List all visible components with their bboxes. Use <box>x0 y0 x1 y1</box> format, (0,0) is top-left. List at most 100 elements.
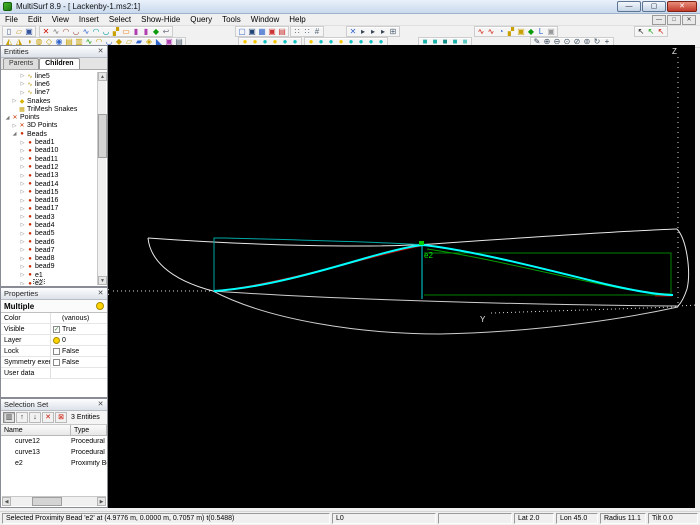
expand-arrow-icon[interactable]: ▷ <box>19 198 26 204</box>
expand-arrow-icon[interactable]: ▷ <box>19 222 26 228</box>
expand-arrow-icon[interactable]: ▷ <box>19 231 26 237</box>
tree-item[interactable]: ▷ ● bead8 <box>2 255 99 263</box>
expand-arrow-icon[interactable]: ▷ <box>19 164 26 170</box>
property-value-icon[interactable]: ✓ <box>53 325 60 333</box>
expand-arrow-icon[interactable]: ▷ <box>19 73 26 79</box>
expand-arrow-icon[interactable]: ▷ <box>19 189 26 195</box>
selection-set-tool-button[interactable]: ▥ <box>3 412 15 423</box>
toolbar-icon[interactable]: ▮ <box>141 27 151 37</box>
expand-arrow-icon[interactable]: ▷ <box>19 247 26 253</box>
tree-item[interactable]: ▷ ● bead17 <box>2 205 99 213</box>
tree-item[interactable]: ▷ ● bead10 <box>2 147 99 155</box>
expand-arrow-icon[interactable]: ◢ <box>11 131 18 137</box>
menu-item[interactable]: Show-Hide <box>136 14 185 26</box>
toolbar-icon[interactable]: ↩ <box>161 27 171 37</box>
menu-item[interactable]: View <box>47 14 74 26</box>
tree-item[interactable]: ▷ ● e1 <box>2 271 99 279</box>
tree-item[interactable]: ▷ ● bead9 <box>2 263 99 271</box>
tree-item[interactable]: ▷ ● bead6 <box>2 238 99 246</box>
tree-item[interactable]: ▷ ∿ line5 <box>2 72 99 80</box>
expand-arrow-icon[interactable]: ▷ <box>19 156 26 162</box>
property-value[interactable]: 0 <box>51 336 107 344</box>
selection-set-close-icon[interactable]: ✕ <box>96 400 105 409</box>
toolbar-icon[interactable]: ▞ <box>111 27 121 37</box>
tree-item[interactable]: ◢ ✕ Points <box>2 113 99 121</box>
toolbar-icon[interactable]: ∿ <box>476 27 486 37</box>
toolbar-icon[interactable]: ▣ <box>247 27 257 37</box>
toolbar-icon[interactable]: ∿ <box>81 27 91 37</box>
property-row[interactable]: Visible ✓ True <box>1 324 107 335</box>
title-bar[interactable]: MultiSurf 8.9 - [ Lackenby-1.ms2:1] — ▢ … <box>0 0 700 14</box>
tree-item[interactable]: ▷ ● bead1 <box>2 138 99 146</box>
property-value-icon[interactable] <box>53 347 60 355</box>
close-button[interactable]: ✕ <box>667 1 697 12</box>
selection-set-tool-button[interactable]: ↑ <box>16 412 28 423</box>
property-row[interactable]: Color (various) <box>1 313 107 324</box>
selection-set-tool-button[interactable]: ↓ <box>29 412 41 423</box>
property-value[interactable] <box>51 370 107 377</box>
toolbar-icon[interactable]: ✕ <box>41 27 51 37</box>
menu-item[interactable]: File <box>0 14 23 26</box>
toolbar-icon[interactable]: ◡ <box>101 27 111 37</box>
property-value[interactable]: False <box>51 358 107 366</box>
maximize-button[interactable]: ▢ <box>642 1 666 12</box>
menu-item[interactable]: Select <box>104 14 136 26</box>
mdi-restore-button[interactable]: □ <box>667 15 681 25</box>
tree-item[interactable]: ▷ ● bead12 <box>2 163 99 171</box>
entities-close-icon[interactable]: ✕ <box>96 47 105 56</box>
entities-scrollbar[interactable]: ▲ ▼ <box>97 72 107 285</box>
minimize-button[interactable]: — <box>617 1 641 12</box>
expand-arrow-icon[interactable]: ▷ <box>19 239 26 245</box>
selection-set-tool-button[interactable]: ✕ <box>42 412 54 423</box>
toolbar-icon[interactable]: ◆ <box>526 27 536 37</box>
toolbar-icon[interactable]: ▯ <box>4 27 14 37</box>
tree-item[interactable]: ▷ ∿ line6 <box>2 80 99 88</box>
toolbar-icon[interactable]: ▸ <box>358 27 368 37</box>
tree-item[interactable]: ▷ ● bead13 <box>2 172 99 180</box>
table-row[interactable]: curve13 Procedural C <box>1 447 107 458</box>
scroll-left-icon[interactable]: ◀ <box>2 497 11 506</box>
property-row[interactable]: User data <box>1 368 107 379</box>
scroll-up-icon[interactable]: ▲ <box>98 72 107 81</box>
menu-item[interactable]: Insert <box>74 14 104 26</box>
expand-arrow-icon[interactable]: ◢ <box>4 115 11 121</box>
selection-set-hscrollbar[interactable]: ◀ ▶ <box>2 496 106 506</box>
expand-arrow-icon[interactable]: ▷ <box>19 281 26 285</box>
menu-item[interactable]: Help <box>284 14 310 26</box>
table-row[interactable]: curve12 Procedural C <box>1 436 107 447</box>
tree-item[interactable]: ▷ ● bead5 <box>2 230 99 238</box>
toolbar-icon[interactable]: ▭ <box>121 27 131 37</box>
expand-arrow-icon[interactable]: ▷ <box>19 256 26 262</box>
tree-item[interactable]: ◢ ● Beads <box>2 130 99 138</box>
toolbar-icon[interactable]: ◔ <box>496 27 506 37</box>
toolbar-icon[interactable]: ▸ <box>378 27 388 37</box>
properties-close-icon[interactable]: ✕ <box>96 289 105 298</box>
toolbar-icon[interactable]: # <box>312 27 322 37</box>
tree-item[interactable]: ▷ ∿ line7 <box>2 89 99 97</box>
property-value-icon[interactable] <box>53 358 60 366</box>
toolbar-icon[interactable]: ✕ <box>348 27 358 37</box>
toolbar-icon[interactable]: ▢ <box>237 27 247 37</box>
menu-item[interactable]: Tools <box>217 14 246 26</box>
tree-item[interactable]: ▷ ● e2 <box>2 279 99 285</box>
toolbar-icon[interactable]: ▣ <box>267 27 277 37</box>
tree-item[interactable]: ▷ ◆ Snakes <box>2 97 99 105</box>
tree-item[interactable]: ▷ ● bead7 <box>2 246 99 254</box>
expand-arrow-icon[interactable]: ▷ <box>19 181 26 187</box>
toolbar-icon[interactable]: L <box>536 27 546 37</box>
property-value-icon[interactable] <box>53 336 60 344</box>
expand-arrow-icon[interactable]: ▷ <box>11 123 18 129</box>
toolbar-icon[interactable]: ▞ <box>506 27 516 37</box>
property-row[interactable]: Lock False <box>1 346 107 357</box>
toolbar-icon[interactable]: ↖ <box>656 27 666 37</box>
tree-item[interactable]: ▷ ● bead15 <box>2 188 99 196</box>
tree-item[interactable]: ▷ ● bead11 <box>2 155 99 163</box>
toolbar-icon[interactable]: ▱ <box>14 27 24 37</box>
table-row[interactable]: e2 Proximity Bea <box>1 458 107 469</box>
toolbar-icon[interactable]: ∿ <box>486 27 496 37</box>
selection-set-tool-button[interactable]: ⊠ <box>55 412 67 423</box>
toolbar-icon[interactable]: ↖ <box>646 27 656 37</box>
menu-item[interactable]: Edit <box>23 14 47 26</box>
toolbar-icon[interactable]: ◡ <box>71 27 81 37</box>
expand-arrow-icon[interactable]: ▷ <box>19 206 26 212</box>
